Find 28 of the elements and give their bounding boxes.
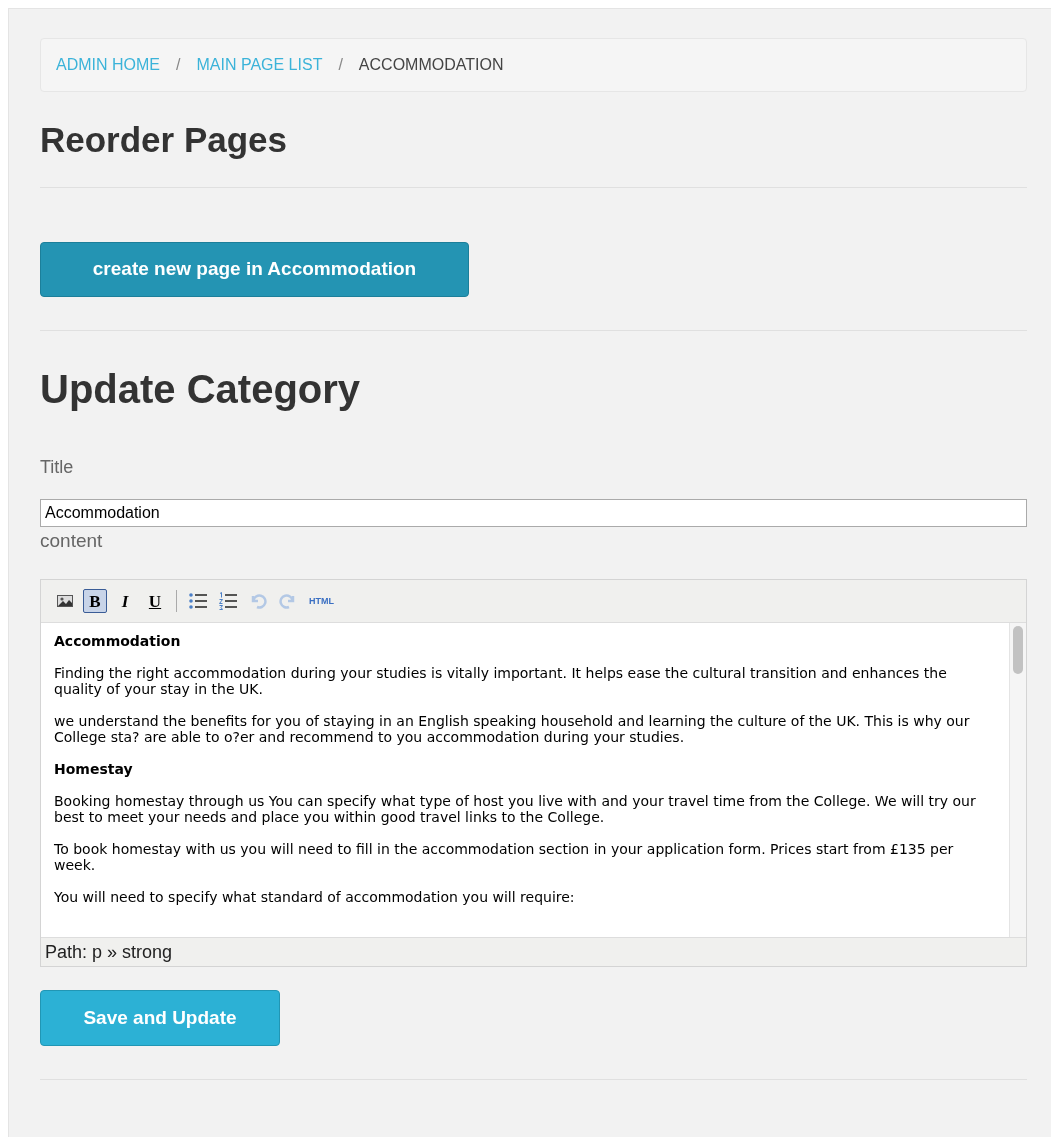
title-input[interactable]: Accommodation	[40, 498, 1027, 527]
underline-button[interactable]: U	[143, 589, 167, 614]
create-page-button[interactable]: create new page in Accommodation	[40, 241, 469, 297]
content-paragraph: You will need to specify what standard of accommodation you will require:	[54, 889, 576, 906]
bulleted-list-icon	[188, 591, 208, 612]
save-button[interactable]: Save and Update	[40, 990, 280, 1047]
html-button[interactable]: HTML	[306, 589, 337, 614]
page-heading: Reorder Pages	[40, 119, 289, 161]
content-paragraph: we understand the benefits for you of staying in an English speaking household and learning the culture of the UK. This is why our College sta? are able to o?er and recommend to you accommodation during your studies.	[54, 713, 971, 746]
numbered-list-icon	[218, 591, 238, 612]
breadcrumb-separator: /	[176, 55, 181, 75]
content-heading: Accommodation	[54, 633, 182, 650]
field-label: Title	[40, 455, 75, 479]
field-label: content	[40, 528, 104, 553]
bold-button[interactable]: B	[83, 589, 107, 614]
content-paragraph: Booking homestay through us You can specify what type of host you live with and your travel time from the College. We will try our best to meet your needs and place you within good travel links to the College.	[54, 793, 977, 826]
breadcrumb-separator: /	[338, 55, 343, 75]
content-paragraph: To book homestay with us you will need to fill in the accommodation section in your application form. Prices start from £135 per week.	[54, 841, 955, 874]
content-paragraph: Finding the right accommodation during your studies is vitally important. It helps ease the cultural transition and enhances the quality of your stay in the UK.	[54, 665, 948, 698]
italic-button[interactable]: I	[113, 589, 137, 614]
content-heading: Homestay	[54, 761, 134, 778]
scrollbar[interactable]	[1009, 623, 1026, 938]
undo-icon	[249, 592, 267, 611]
editor-status-path: Path: p » strong	[44, 941, 174, 965]
breadcrumb-current: ACCOMMODATION	[358, 55, 504, 75]
redo-icon	[279, 592, 297, 611]
section-heading: Update Category	[40, 365, 362, 413]
image-icon	[56, 593, 74, 610]
